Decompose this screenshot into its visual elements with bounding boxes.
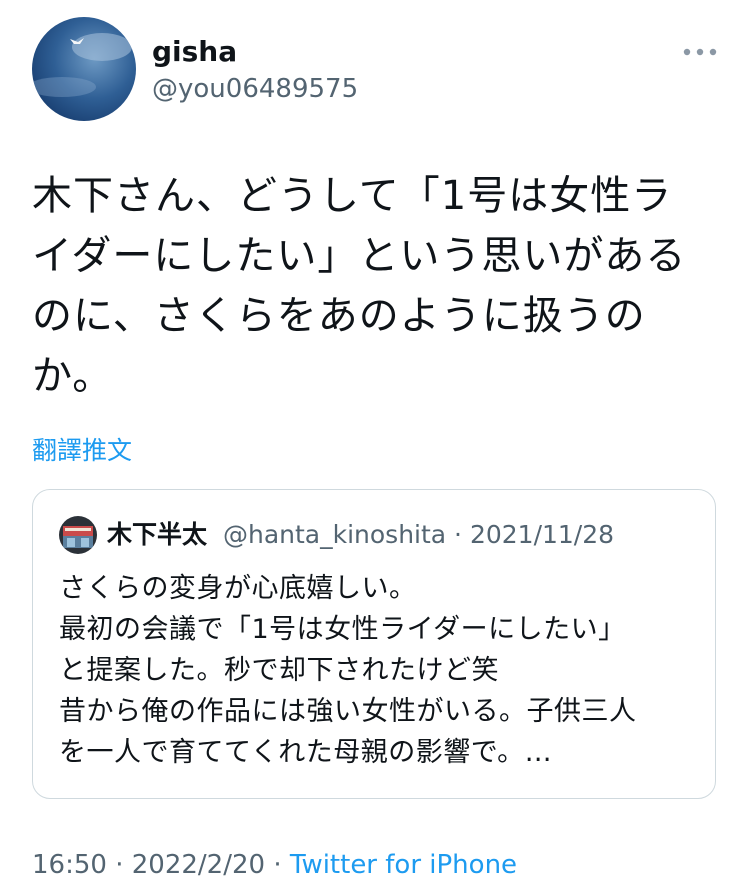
tweet-text-line: 木下さん、どうして「1号は女性ラ [32, 173, 673, 219]
tweet-date[interactable]: 2022/2/20 [132, 850, 265, 880]
storefront-avatar-icon [59, 516, 97, 554]
tweet-timestamp-row: 16:50 · 2022/2/20 · Twitter for iPhone [32, 848, 517, 882]
more-horizontal-icon [683, 48, 717, 56]
quoted-text-line: と提案した。秒で却下されたけど笑 [59, 655, 499, 686]
translate-tweet-link[interactable]: 翻譯推文 [32, 434, 132, 468]
quoted-author-name: 木下半太 [107, 520, 208, 549]
author-handle[interactable]: @you06489575 [152, 72, 358, 106]
quoted-tweet-date: 2021/11/28 [469, 520, 615, 549]
quoted-author-handle: @hanta_kinoshita [222, 520, 447, 549]
author-name[interactable]: gisha [152, 34, 237, 70]
quoted-tweet-header: 木下半太 @hanta_kinoshita · 2021/11/28 [107, 518, 614, 552]
quoted-text-line: を一人で育ててくれた母親の影響で。… [59, 737, 553, 768]
tweet-time[interactable]: 16:50 [32, 850, 107, 880]
quoted-author-avatar [59, 516, 97, 554]
tweet-source-link[interactable]: Twitter for iPhone [290, 850, 517, 880]
tweet-text-line: か。 [32, 353, 114, 399]
meta-separator: · [446, 520, 470, 549]
tweet-text: 木下さん、どうして「1号は女性ラ イダーにしたい」という思いがある のに、さくら… [32, 166, 722, 406]
tweet-text-line: のに、さくらをあのように扱うの [32, 293, 646, 339]
quoted-text-line: 最初の会議で「1号は女性ライダーにしたい」 [59, 614, 626, 645]
more-options-button[interactable] [680, 36, 720, 68]
meta-separator: · [265, 850, 290, 880]
quoted-text-line: 昔から俺の作品には強い女性がいる。子供三人 [59, 696, 637, 727]
sky-with-bird-avatar-icon [32, 17, 136, 121]
quoted-text-line: さくらの変身が心底嬉しい。 [59, 573, 417, 604]
meta-separator: · [106, 850, 132, 880]
quoted-tweet-card[interactable]: 木下半太 @hanta_kinoshita · 2021/11/28 さくらの変… [32, 489, 716, 799]
tweet-text-line: イダーにしたい」という思いがある [32, 233, 687, 279]
quoted-tweet-text: さくらの変身が心底嬉しい。 最初の会議で「1号は女性ライダーにしたい」 と提案し… [59, 568, 699, 773]
author-avatar[interactable] [32, 17, 136, 121]
